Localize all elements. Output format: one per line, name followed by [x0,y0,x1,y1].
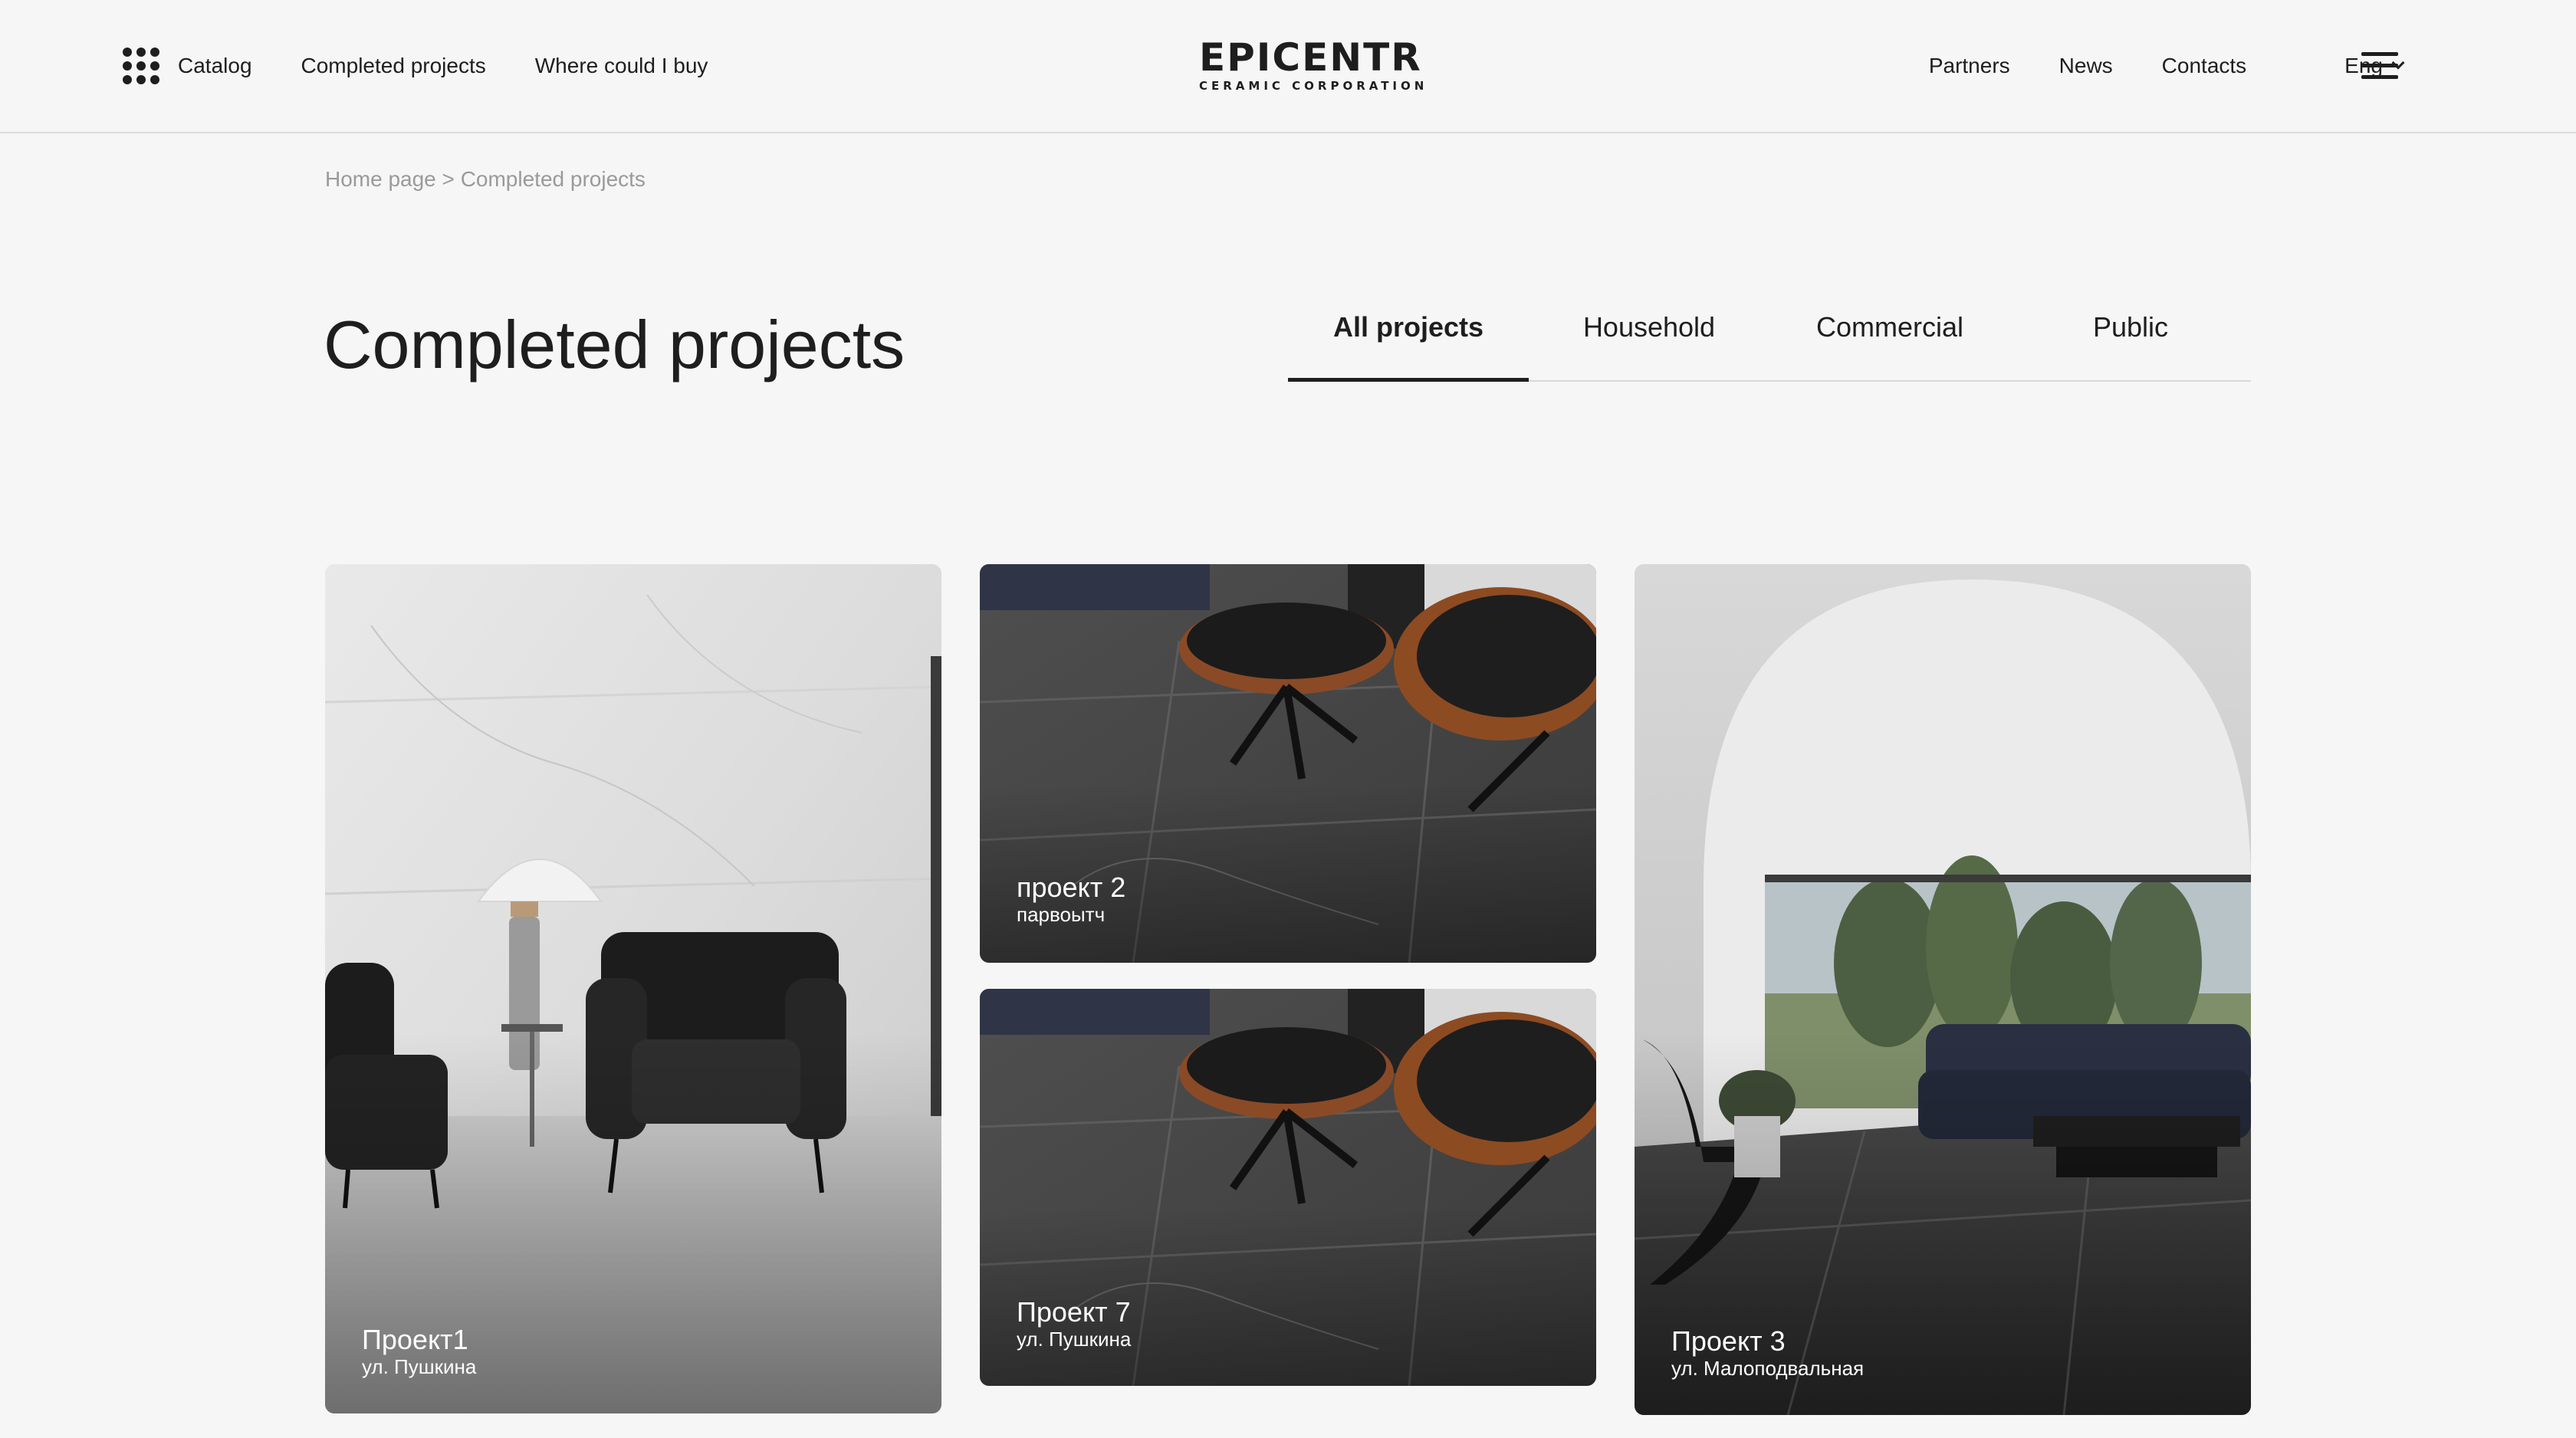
breadcrumb: Home page > Completed projects [325,167,646,192]
project-card[interactable]: Проект1 ул. Пушкина [325,564,941,1413]
brand-logo[interactable]: EPICENTR CERAMIC CORPORATION [1199,35,1428,94]
project-title: Проект 7 [1017,1296,1131,1328]
tab-public[interactable]: Public [2010,299,2251,380]
tab-commercial[interactable]: Commercial [1769,299,2010,380]
catalog-grid-icon[interactable] [123,48,159,84]
tab-all-projects[interactable]: All projects [1288,299,1529,382]
card-caption: Проект1 ул. Пушкина [362,1324,477,1379]
breadcrumb-separator: > [435,167,461,191]
breadcrumb-home[interactable]: Home page [325,167,436,191]
project-address: ул. Малоподвальная [1671,1357,1865,1380]
secondary-nav: Partners News Contacts Eng [1880,44,2405,87]
project-card[interactable]: Проект 7 ул. Пушкина [980,989,1596,1386]
category-tabs: All projects Household Commercial Public [1288,299,2251,382]
project-address: парвоытч [1017,903,1106,926]
page-title: Completed projects [324,307,905,382]
project-address: ул. Пушкина [1017,1328,1132,1351]
project-address: ул. Пушкина [362,1355,477,1378]
nav-catalog[interactable]: Catalog [178,54,252,78]
nav-partners[interactable]: Partners [1929,54,2010,78]
primary-nav: Catalog Completed projects Where could I… [123,44,757,87]
nav-where-to-buy[interactable]: Where could I buy [535,54,708,78]
breadcrumb-current: Completed projects [460,167,646,191]
card-caption: Проект 3 ул. Малоподвальная [1671,1325,1865,1381]
project-card[interactable]: проект 2 парвоытч [980,564,1596,963]
nav-news[interactable]: News [2059,54,2113,78]
nav-contacts[interactable]: Contacts [2162,54,2247,78]
nav-completed-projects[interactable]: Completed projects [301,54,486,78]
project-card[interactable]: Проект 3 ул. Малоподвальная [1635,564,2251,1415]
project-title: Проект1 [362,1324,468,1355]
tab-household[interactable]: Household [1529,299,1769,380]
card-caption: Проект 7 ул. Пушкина [1017,1297,1131,1351]
logo-wordmark: EPICENTR [1199,35,1422,80]
logo-tagline: CERAMIC CORPORATION [1199,79,1428,93]
card-caption: проект 2 парвоытч [1017,872,1126,927]
project-title: Проект 3 [1671,1325,1786,1357]
site-header: Catalog Completed projects Where could I… [0,0,2576,133]
hamburger-menu-icon[interactable] [2361,52,2398,80]
project-title: проект 2 [1017,872,1126,903]
